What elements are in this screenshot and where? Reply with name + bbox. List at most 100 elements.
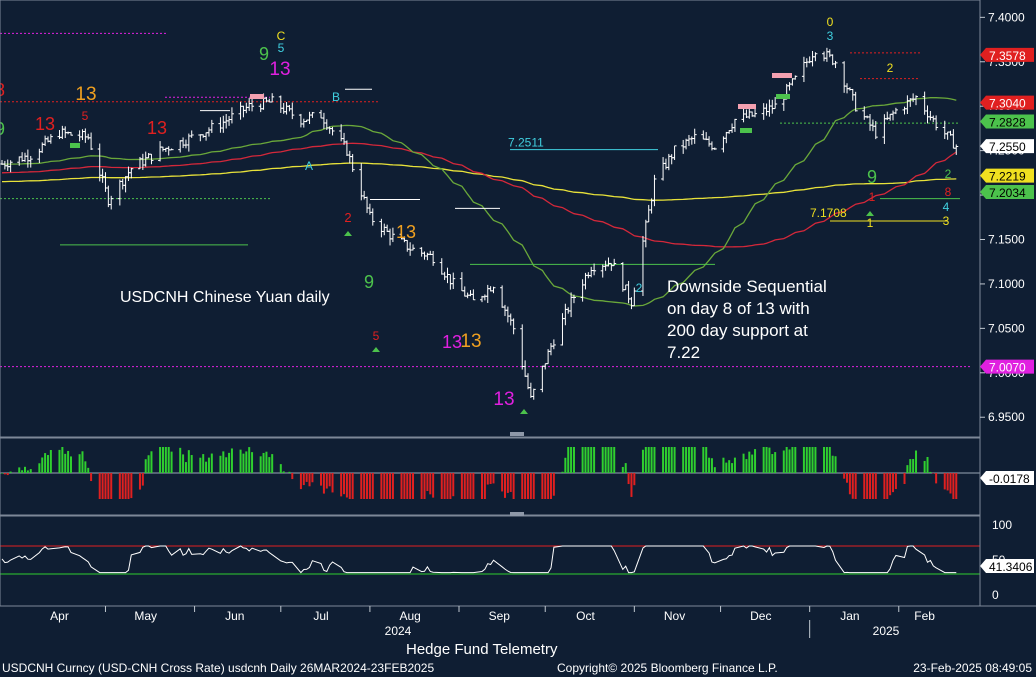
histogram-bar xyxy=(943,473,946,490)
flag-marker xyxy=(250,94,264,99)
histogram-bar xyxy=(138,473,141,490)
histogram-bar xyxy=(9,471,12,473)
histogram-bar xyxy=(693,447,696,473)
footer-copyright: Copyright© 2025 Bloomberg Finance L.P. xyxy=(557,661,778,675)
histogram-bar xyxy=(509,473,512,492)
histogram-bar xyxy=(239,449,242,473)
histogram-bar xyxy=(823,447,826,473)
histogram-bar xyxy=(440,473,443,499)
panel-divider-handle xyxy=(510,432,524,436)
histogram-bar xyxy=(167,447,170,473)
histogram-bar xyxy=(460,473,463,499)
histogram-bar xyxy=(84,461,87,473)
count-label: 2 xyxy=(887,61,894,75)
histogram-bar xyxy=(46,455,49,473)
histogram-bar xyxy=(512,473,515,499)
histogram-bar xyxy=(409,473,412,499)
histogram-bar xyxy=(299,473,302,490)
price-tag-label: 7.3040 xyxy=(989,97,1026,111)
histogram-bar xyxy=(44,453,47,473)
histogram-bar xyxy=(889,473,892,496)
year-label-2024: 2024 xyxy=(385,624,412,638)
flag-marker xyxy=(776,94,790,99)
histogram-bar xyxy=(912,458,915,473)
histogram-bar xyxy=(874,473,877,499)
histogram-bar xyxy=(886,473,889,499)
usdcnh-chart: 7.25117.1708 8913131325139C5BA9513131313… xyxy=(0,0,1036,677)
histogram-bar xyxy=(351,473,354,499)
histogram-bar xyxy=(423,473,426,499)
histogram-bar xyxy=(328,473,331,487)
histogram-bar xyxy=(144,459,147,473)
histogram-bar xyxy=(101,473,104,499)
count-label: 2 xyxy=(945,167,952,181)
histogram-bar xyxy=(685,447,688,473)
histogram-bar xyxy=(802,447,805,473)
histogram-bar xyxy=(325,473,328,489)
sequential-annotation: Downside Sequential on day 8 of 13 with … xyxy=(667,277,827,362)
histogram-bar xyxy=(271,454,274,473)
histogram-bar xyxy=(751,454,754,473)
histogram-bar xyxy=(259,456,262,473)
histogram-bar xyxy=(466,473,469,499)
histogram-bar xyxy=(552,473,555,496)
histogram-bar xyxy=(825,447,828,473)
histogram-bar xyxy=(503,473,506,498)
histogram-bar xyxy=(1,473,3,474)
histogram-bar xyxy=(386,473,389,499)
month-label: Jan xyxy=(840,609,859,623)
histogram-bar xyxy=(549,473,552,499)
histogram-bar xyxy=(107,473,110,499)
histogram-bar xyxy=(584,447,587,473)
histogram-bar xyxy=(412,473,415,499)
histogram-bar xyxy=(710,458,713,473)
histogram-bar xyxy=(150,451,153,473)
histogram-bar xyxy=(702,447,705,473)
histogram-bar xyxy=(187,450,190,473)
histogram-bar xyxy=(230,448,233,473)
histogram-bar xyxy=(587,447,590,473)
flag-marker xyxy=(740,128,752,133)
histogram-bar xyxy=(863,473,866,499)
histogram-bar xyxy=(219,455,222,473)
histogram-bar xyxy=(202,454,205,473)
histogram-bar xyxy=(368,473,371,499)
count-label: 13 xyxy=(75,84,96,105)
histogram-bar xyxy=(265,451,268,473)
histogram-bar xyxy=(846,473,849,483)
histogram-bar xyxy=(851,473,854,499)
histogram-bar xyxy=(420,473,423,499)
price-tag-label: 7.3578 xyxy=(989,49,1026,63)
histogram-bar xyxy=(61,447,64,473)
histogram-bar xyxy=(322,473,325,494)
histogram-bar xyxy=(590,447,593,473)
histogram-bar xyxy=(262,452,265,473)
rsi-tick-label: 100 xyxy=(992,518,1012,532)
histogram-bar xyxy=(486,473,489,485)
count-label: 8 xyxy=(0,80,5,100)
histogram-bar xyxy=(87,467,90,473)
histogram-bar xyxy=(871,473,874,499)
histogram-bar xyxy=(774,452,777,473)
histogram-bar xyxy=(130,473,133,499)
histogram-bar xyxy=(6,473,9,476)
y-tick-label: 7.1500 xyxy=(988,232,1025,246)
count-label: 13 xyxy=(35,114,55,134)
histogram-bar xyxy=(207,457,210,473)
histogram-bar xyxy=(282,471,285,473)
count-label: 5 xyxy=(373,329,380,343)
histogram-bar xyxy=(159,447,162,473)
month-label: Aug xyxy=(399,609,420,623)
histogram-bar xyxy=(104,473,107,499)
histogram-bar xyxy=(184,462,187,473)
histogram-bar xyxy=(581,447,584,473)
histogram-bar xyxy=(708,457,711,473)
histogram-bar xyxy=(955,473,958,499)
histogram-bar xyxy=(469,473,472,499)
histogram-bar xyxy=(541,473,544,499)
histogram-bar xyxy=(604,447,607,473)
histogram-bar xyxy=(788,449,791,473)
flag-marker xyxy=(738,104,756,109)
histogram-bar xyxy=(630,473,633,497)
histogram-bar xyxy=(345,473,348,498)
